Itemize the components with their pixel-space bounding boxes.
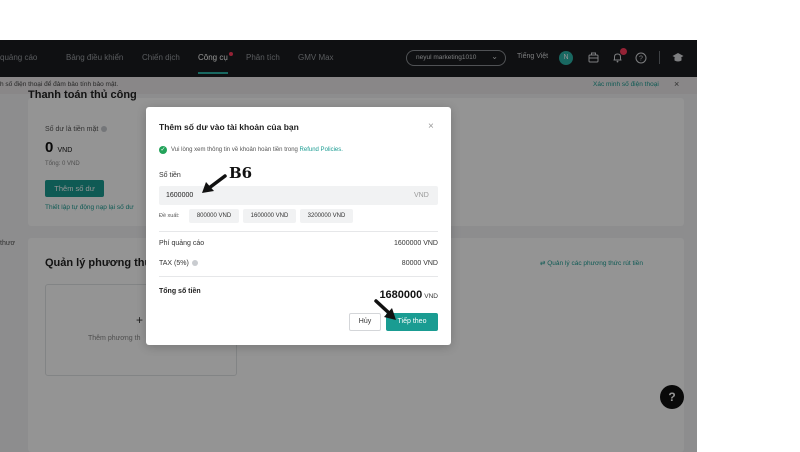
modal-title: Thêm số dư vào tài khoản của bạn <box>159 122 299 132</box>
suggestion-label: Đề xuất: <box>159 213 180 219</box>
info-icon <box>191 260 198 267</box>
amount-unit: VND <box>414 192 429 199</box>
annotation-arrow-icon <box>202 174 227 193</box>
refund-policies-link[interactable]: Refund Policies. <box>300 147 343 153</box>
tax-label: TAX (5%) <box>159 260 198 267</box>
check-circle-icon: ✓ <box>159 146 167 154</box>
amount-input-value[interactable]: 1600000 <box>166 192 193 199</box>
divider <box>159 276 438 277</box>
ad-fee-value: 1600000 VND <box>394 240 438 247</box>
divider <box>159 231 438 232</box>
suggestion-chip[interactable]: 1600000 VND <box>243 209 296 223</box>
refund-notice: Vui lòng xem thông tin về khoản hoàn tiề… <box>171 147 343 153</box>
suggestion-chip[interactable]: 3200000 VND <box>300 209 353 223</box>
amount-label: Số tiền <box>159 172 181 179</box>
step-annotation-label: B6 <box>229 164 253 182</box>
annotation-arrow-icon <box>374 299 396 320</box>
total-label: Tổng số tiền <box>159 288 201 295</box>
close-icon[interactable]: × <box>428 121 434 132</box>
ad-fee-label: Phí quảng cáo <box>159 240 205 247</box>
add-balance-modal: Thêm số dư vào tài khoản của bạn × ✓ Vui… <box>146 107 451 345</box>
suggestion-chip[interactable]: 800000 VND <box>189 209 239 223</box>
tax-value: 80000 VND <box>401 260 438 267</box>
